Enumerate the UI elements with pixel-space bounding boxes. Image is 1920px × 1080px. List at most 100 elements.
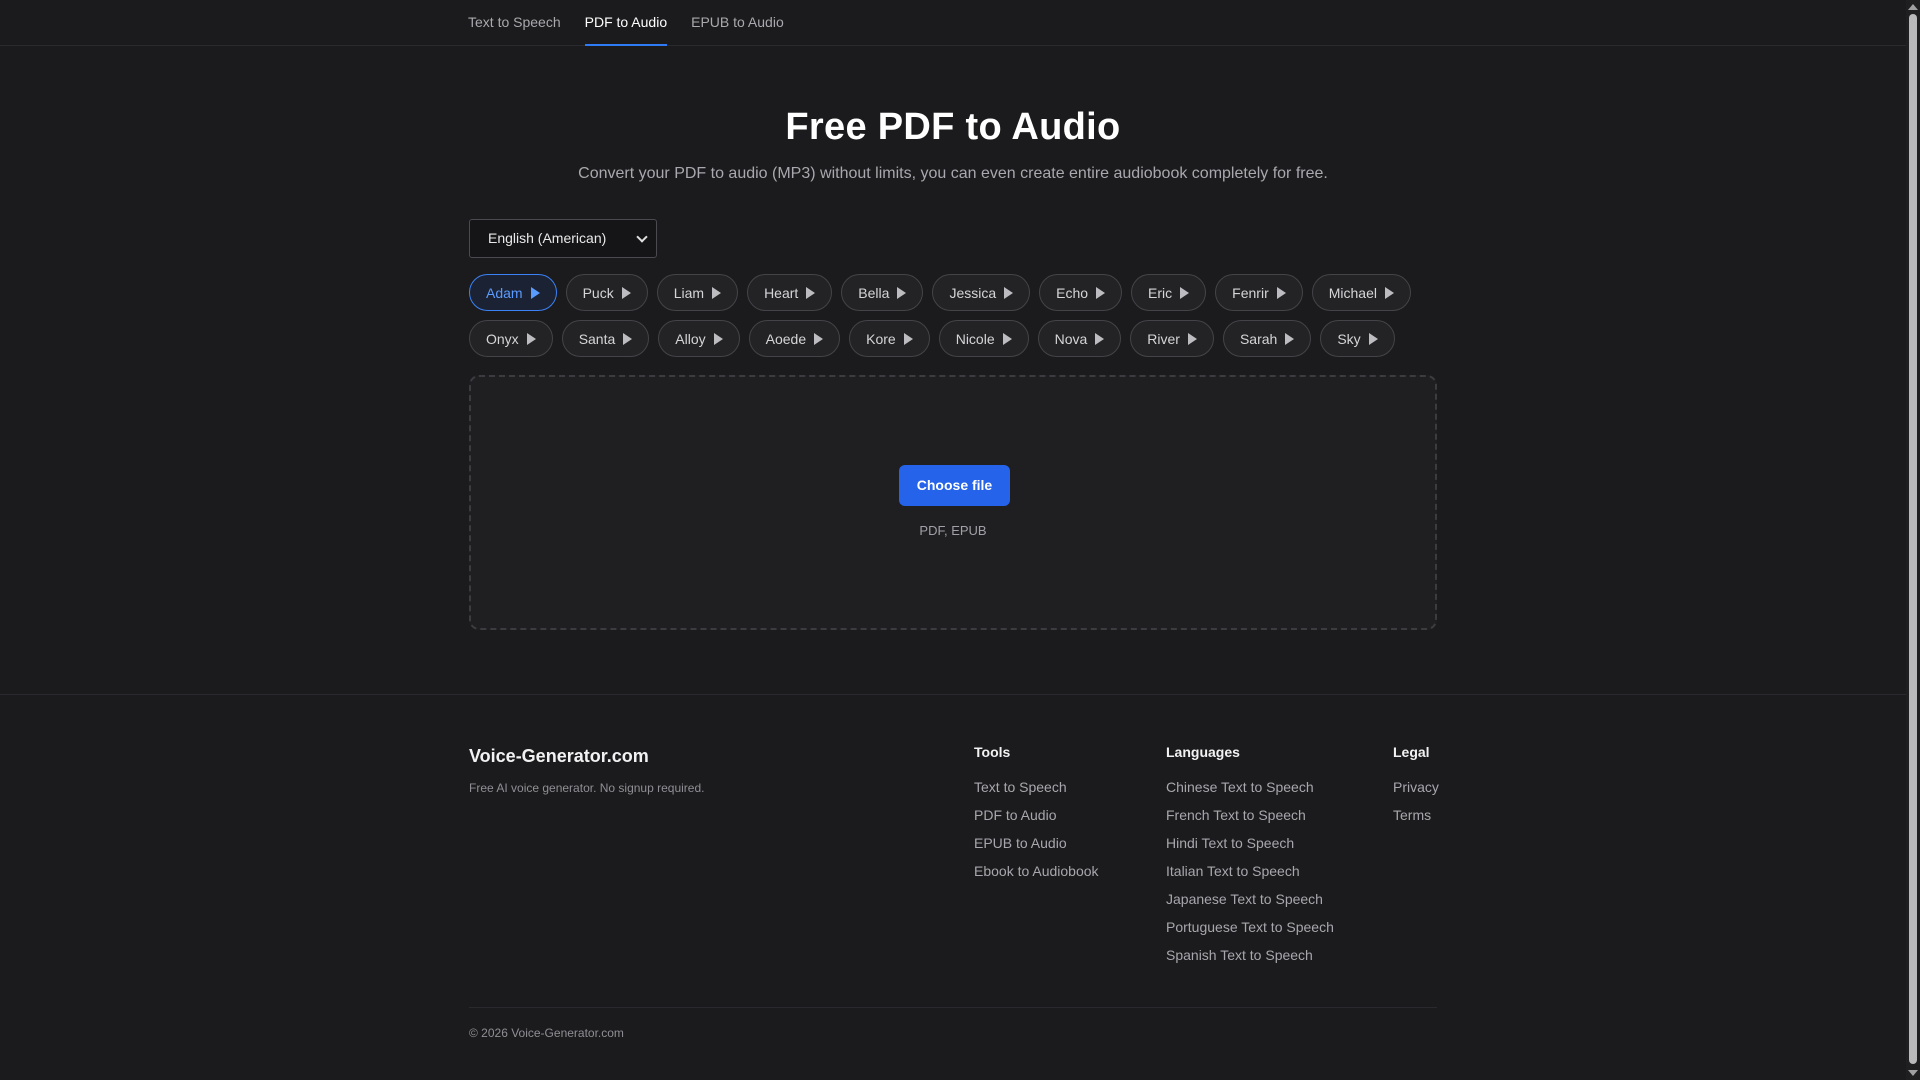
voice-label: Adam [486, 284, 523, 301]
footer-link-epub-to-audio[interactable]: EPUB to Audio [974, 835, 1099, 852]
play-icon [712, 286, 722, 299]
footer-link-text-to-speech[interactable]: Text to Speech [974, 779, 1099, 796]
play-icon [713, 332, 723, 345]
voice-michael-button[interactable]: Michael [1311, 274, 1411, 311]
footer-link-terms[interactable]: Terms [1393, 807, 1439, 824]
voice-list: Adam Puck Liam Heart Bella Jessica Echo Eric Fen… [469, 274, 1449, 366]
supported-formats: PDF, EPUB [919, 523, 987, 538]
file-drop-zone[interactable]: Choose file PDF, EPUB [469, 375, 1437, 630]
voice-label: Liam [673, 284, 705, 301]
voice-aoede-button[interactable]: Aoede [748, 320, 841, 357]
voice-heart-button[interactable]: Heart [747, 274, 833, 311]
voice-row: Adam Puck Liam Heart Bella Jessica Echo Eric Fen… [469, 274, 1449, 311]
scroll-down-arrow-icon[interactable] [1908, 1070, 1918, 1076]
voice-onyx-button[interactable]: Onyx [469, 320, 553, 357]
choose-file-button[interactable]: Choose file [899, 465, 1010, 506]
voice-label: Nicole [955, 330, 995, 347]
scrollbar-thumb[interactable] [1909, 14, 1917, 1064]
tab-pdf-to-audio[interactable]: PDF to Audio [584, 0, 667, 46]
footer-link-privacy[interactable]: Privacy [1393, 779, 1439, 796]
voice-puck-button[interactable]: Puck [565, 274, 648, 311]
footer-link-pdf-to-audio[interactable]: PDF to Audio [974, 807, 1099, 824]
voice-eric-button[interactable]: Eric [1131, 274, 1207, 311]
footer-link-french[interactable]: French Text to Speech [1166, 807, 1334, 824]
footer-tools-column: Tools Text to Speech PDF to Audio EPUB t… [974, 744, 1099, 891]
voice-alloy-button[interactable]: Alloy [658, 320, 740, 357]
voice-sarah-button[interactable]: Sarah [1222, 320, 1312, 357]
voice-kore-button[interactable]: Kore [849, 320, 930, 357]
footer-brand[interactable]: Voice-Generator.com [469, 746, 649, 767]
play-icon [1276, 286, 1286, 299]
footer-link-italian[interactable]: Italian Text to Speech [1166, 863, 1334, 880]
footer-bottom-divider [469, 1007, 1437, 1008]
play-icon [1095, 332, 1105, 345]
voice-label: Jessica [949, 284, 997, 301]
voice-fenrir-button[interactable]: Fenrir [1215, 274, 1303, 311]
footer-divider [0, 694, 1906, 695]
tab-text-to-speech[interactable]: Text to Speech [468, 0, 561, 46]
voice-echo-button[interactable]: Echo [1039, 274, 1123, 311]
voice-nova-button[interactable]: Nova [1037, 320, 1122, 357]
page-title: Free PDF to Audio [785, 106, 1121, 148]
page-subtitle: Convert your PDF to audio (MP3) without … [578, 165, 1328, 182]
footer-legal-heading: Legal [1393, 744, 1430, 760]
voice-river-button[interactable]: River [1130, 320, 1214, 357]
play-icon [621, 286, 631, 299]
play-icon [1180, 286, 1190, 299]
footer-link-chinese[interactable]: Chinese Text to Speech [1166, 779, 1334, 796]
footer-link-japanese[interactable]: Japanese Text to Speech [1166, 891, 1334, 908]
voice-label: Sky [1337, 330, 1361, 347]
footer-link-spanish[interactable]: Spanish Text to Speech [1166, 947, 1334, 964]
voice-label: Sarah [1239, 330, 1278, 347]
voice-label: Heart [764, 284, 799, 301]
chevron-down-icon [636, 231, 648, 243]
voice-label: Michael [1328, 284, 1377, 301]
play-icon [1002, 332, 1012, 345]
play-icon [806, 286, 816, 299]
play-icon [814, 332, 824, 345]
tab-epub-to-audio[interactable]: EPUB to Audio [691, 0, 784, 46]
footer-link-hindi[interactable]: Hindi Text to Speech [1166, 835, 1334, 852]
footer-languages-column: Languages Chinese Text to Speech French … [1166, 744, 1334, 975]
play-icon [1384, 286, 1394, 299]
voice-label: Aoede [765, 330, 807, 347]
play-icon [1096, 286, 1106, 299]
voice-liam-button[interactable]: Liam [656, 274, 739, 311]
play-icon [903, 332, 913, 345]
play-icon [897, 286, 907, 299]
play-icon [623, 332, 633, 345]
footer-tools-heading: Tools [974, 744, 1011, 760]
play-icon [1285, 332, 1295, 345]
voice-sky-button[interactable]: Sky [1320, 320, 1395, 357]
voice-label: Kore [866, 330, 896, 347]
page: Text to Speech PDF to Audio EPUB to Audi… [0, 0, 1920, 1080]
copyright: © 2026 Voice-Generator.com [469, 1026, 624, 1040]
play-icon [526, 332, 536, 345]
scrollbar[interactable] [1906, 0, 1920, 1080]
voice-label: Echo [1056, 284, 1089, 301]
voice-adam-button[interactable]: Adam [469, 274, 557, 311]
voice-label: Santa [578, 330, 616, 347]
footer-link-ebook-to-audiobook[interactable]: Ebook to Audiobook [974, 863, 1099, 880]
voice-label: Onyx [486, 330, 519, 347]
scroll-up-arrow-icon[interactable] [1908, 4, 1918, 10]
play-icon [1004, 286, 1014, 299]
voice-row: Onyx Santa Alloy Aoede Kore Nicole Nova River Sa… [469, 320, 1449, 357]
voice-label: Nova [1054, 330, 1088, 347]
voice-label: Alloy [675, 330, 706, 347]
play-icon [530, 286, 540, 299]
voice-santa-button[interactable]: Santa [561, 320, 650, 357]
footer-languages-heading: Languages [1166, 744, 1240, 760]
footer-tagline: Free AI voice generator. No signup requi… [469, 781, 705, 795]
voice-label: Puck [582, 284, 614, 301]
footer-legal-column: Legal Privacy Terms [1393, 744, 1439, 835]
voice-jessica-button[interactable]: Jessica [932, 274, 1031, 311]
voice-nicole-button[interactable]: Nicole [938, 320, 1029, 357]
language-select[interactable]: English (American) [469, 219, 657, 258]
voice-label: River [1147, 330, 1180, 347]
voice-bella-button[interactable]: Bella [841, 274, 924, 311]
voice-label: Eric [1148, 284, 1173, 301]
voice-label: Fenrir [1232, 284, 1269, 301]
footer-link-portuguese[interactable]: Portuguese Text to Speech [1166, 919, 1334, 936]
language-select-value: English (American) [488, 230, 607, 246]
